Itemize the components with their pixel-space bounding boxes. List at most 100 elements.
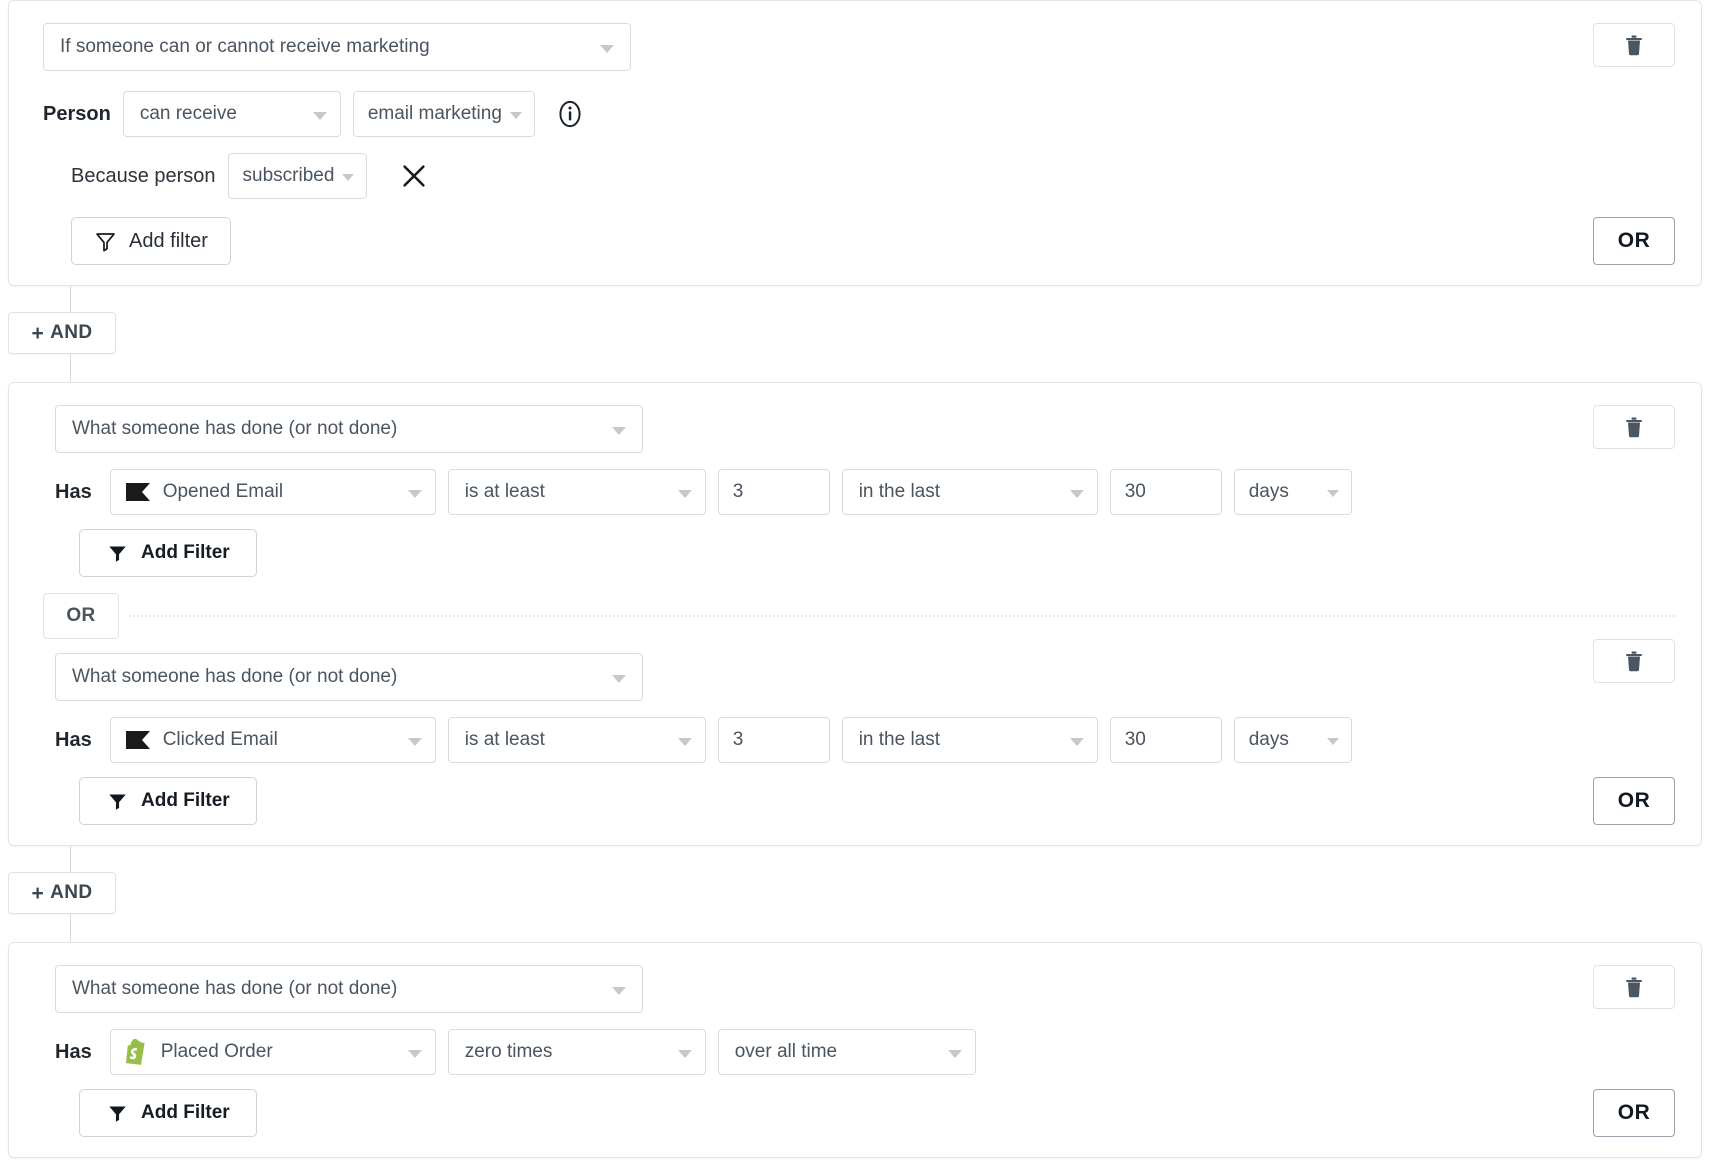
chevron-down-icon <box>678 738 692 746</box>
email-flag-icon <box>125 730 151 750</box>
channel-value: email marketing <box>368 103 502 125</box>
unit-value-2a: days <box>1249 481 1289 503</box>
condition-type-select-2a[interactable]: What someone has done (or not done) <box>55 405 643 453</box>
chevron-down-icon <box>678 1050 692 1058</box>
add-filter-button-2a[interactable]: Add Filter <box>79 529 257 577</box>
unit-select-2a[interactable]: days <box>1234 469 1352 515</box>
chevron-down-icon <box>408 1050 422 1058</box>
chevron-down-icon <box>342 174 354 181</box>
reason-label: Because person <box>71 165 216 188</box>
add-filter-label-2b: Add Filter <box>141 790 230 812</box>
add-filter-button-1[interactable]: Add filter <box>71 217 231 265</box>
metric-row-placed-order: Has Placed Order zero times <box>55 1029 1675 1075</box>
duration-input-2a[interactable]: 30 <box>1110 469 1222 515</box>
funnel-icon <box>106 790 129 813</box>
person-label: Person <box>43 103 111 126</box>
delete-condition-button-2a[interactable] <box>1593 405 1675 449</box>
metric-select-placed-order[interactable]: Placed Order <box>110 1029 436 1075</box>
funnel-icon <box>94 230 117 253</box>
trash-icon <box>1625 651 1643 672</box>
inner-or-button[interactable]: OR <box>43 593 119 639</box>
add-filter-row-2a: Add Filter <box>55 529 1675 577</box>
divider-line <box>129 615 1675 617</box>
condition-group-placed-order: What someone has done (or not done) Has … <box>8 942 1702 1158</box>
condition-type-value-1: If someone can or cannot receive marketi… <box>60 36 430 58</box>
add-filter-label-2a: Add Filter <box>141 542 230 564</box>
inner-or-divider: OR <box>43 593 1675 639</box>
timeframe-value-2b: in the last <box>859 729 940 751</box>
timeframe-value-3: over all time <box>735 1041 837 1063</box>
add-and-group-button-1[interactable]: + AND <box>8 312 116 354</box>
consent-value: can receive <box>140 103 237 125</box>
condition-group-marketing-consent: If someone can or cannot receive marketi… <box>8 0 1702 286</box>
channel-select[interactable]: email marketing <box>353 91 535 137</box>
reason-select[interactable]: subscribed <box>228 153 368 199</box>
chevron-down-icon <box>408 738 422 746</box>
consent-select[interactable]: can receive <box>123 91 341 137</box>
operator-select-2b[interactable]: is at least <box>448 717 706 763</box>
condition-block-opened-email: What someone has done (or not done) Has … <box>43 405 1675 577</box>
chevron-down-icon <box>408 490 422 498</box>
add-and-group-button-2[interactable]: + AND <box>8 872 116 914</box>
chevron-down-icon <box>1070 738 1084 746</box>
condition-type-value-3: What someone has done (or not done) <box>72 978 397 1000</box>
trash-icon <box>1625 977 1643 998</box>
condition-type-select-2b[interactable]: What someone has done (or not done) <box>55 653 643 701</box>
operator-value-3: zero times <box>465 1041 553 1063</box>
metric-select-clicked-email[interactable]: Clicked Email <box>110 717 436 763</box>
operator-select-2a[interactable]: is at least <box>448 469 706 515</box>
chevron-down-icon <box>1070 490 1084 498</box>
reason-value: subscribed <box>243 165 335 187</box>
and-label-2: AND <box>50 882 92 904</box>
or-button-2[interactable]: OR <box>1593 777 1675 825</box>
trash-icon <box>1625 35 1643 56</box>
duration-value-2b: 30 <box>1125 729 1146 751</box>
timeframe-select-2b[interactable]: in the last <box>842 717 1098 763</box>
condition-type-select-1[interactable]: If someone can or cannot receive marketi… <box>43 23 631 71</box>
info-icon[interactable] <box>555 99 585 129</box>
or-button-3[interactable]: OR <box>1593 1089 1675 1137</box>
condition-type-select-3[interactable]: What someone has done (or not done) <box>55 965 643 1013</box>
condition-block-placed-order: What someone has done (or not done) Has … <box>43 965 1675 1137</box>
or-label-1: OR <box>1618 229 1651 253</box>
condition-type-value-2a: What someone has done (or not done) <box>72 418 397 440</box>
chevron-down-icon <box>678 490 692 498</box>
condition-group-email-engagement: What someone has done (or not done) Has … <box>8 382 1702 846</box>
close-icon[interactable] <box>399 161 429 191</box>
metric-value-placed-order: Placed Order <box>161 1041 273 1063</box>
chevron-down-icon <box>510 112 522 119</box>
shopify-bag-icon <box>125 1038 151 1066</box>
operator-select-3[interactable]: zero times <box>448 1029 706 1075</box>
unit-value-2b: days <box>1249 729 1289 751</box>
add-filter-button-3[interactable]: Add Filter <box>79 1089 257 1137</box>
and-connector-2: + AND <box>0 846 1710 942</box>
metric-select-opened-email[interactable]: Opened Email <box>110 469 436 515</box>
timeframe-value-2a: in the last <box>859 481 940 503</box>
timeframe-select-2a[interactable]: in the last <box>842 469 1098 515</box>
add-filter-button-2b[interactable]: Add Filter <box>79 777 257 825</box>
count-value-2a: 3 <box>733 481 744 503</box>
count-input-2a[interactable]: 3 <box>718 469 830 515</box>
delete-condition-button-1[interactable] <box>1593 23 1675 67</box>
plus-icon: + <box>31 323 44 344</box>
has-label-2b: Has <box>55 729 92 752</box>
chevron-down-icon <box>313 112 327 120</box>
duration-input-2b[interactable]: 30 <box>1110 717 1222 763</box>
or-button-1[interactable]: OR <box>1593 217 1675 265</box>
add-filter-row-3: Add Filter <box>55 1089 1675 1137</box>
chevron-down-icon <box>612 427 626 435</box>
funnel-icon <box>106 1102 129 1125</box>
chevron-down-icon <box>1327 490 1339 497</box>
delete-condition-button-2b[interactable] <box>1593 639 1675 683</box>
and-connector-1: + AND <box>0 286 1710 382</box>
and-label-1: AND <box>50 322 92 344</box>
person-consent-row: Person can receive email marketing <box>43 91 1675 137</box>
condition-block-clicked-email: What someone has done (or not done) Has … <box>43 653 1675 825</box>
delete-condition-button-3[interactable] <box>1593 965 1675 1009</box>
timeframe-select-3[interactable]: over all time <box>718 1029 976 1075</box>
metric-row-opened-email: Has Opened Email is at least <box>55 469 1675 515</box>
count-value-2b: 3 <box>733 729 744 751</box>
count-input-2b[interactable]: 3 <box>718 717 830 763</box>
inner-or-label: OR <box>66 605 95 627</box>
unit-select-2b[interactable]: days <box>1234 717 1352 763</box>
